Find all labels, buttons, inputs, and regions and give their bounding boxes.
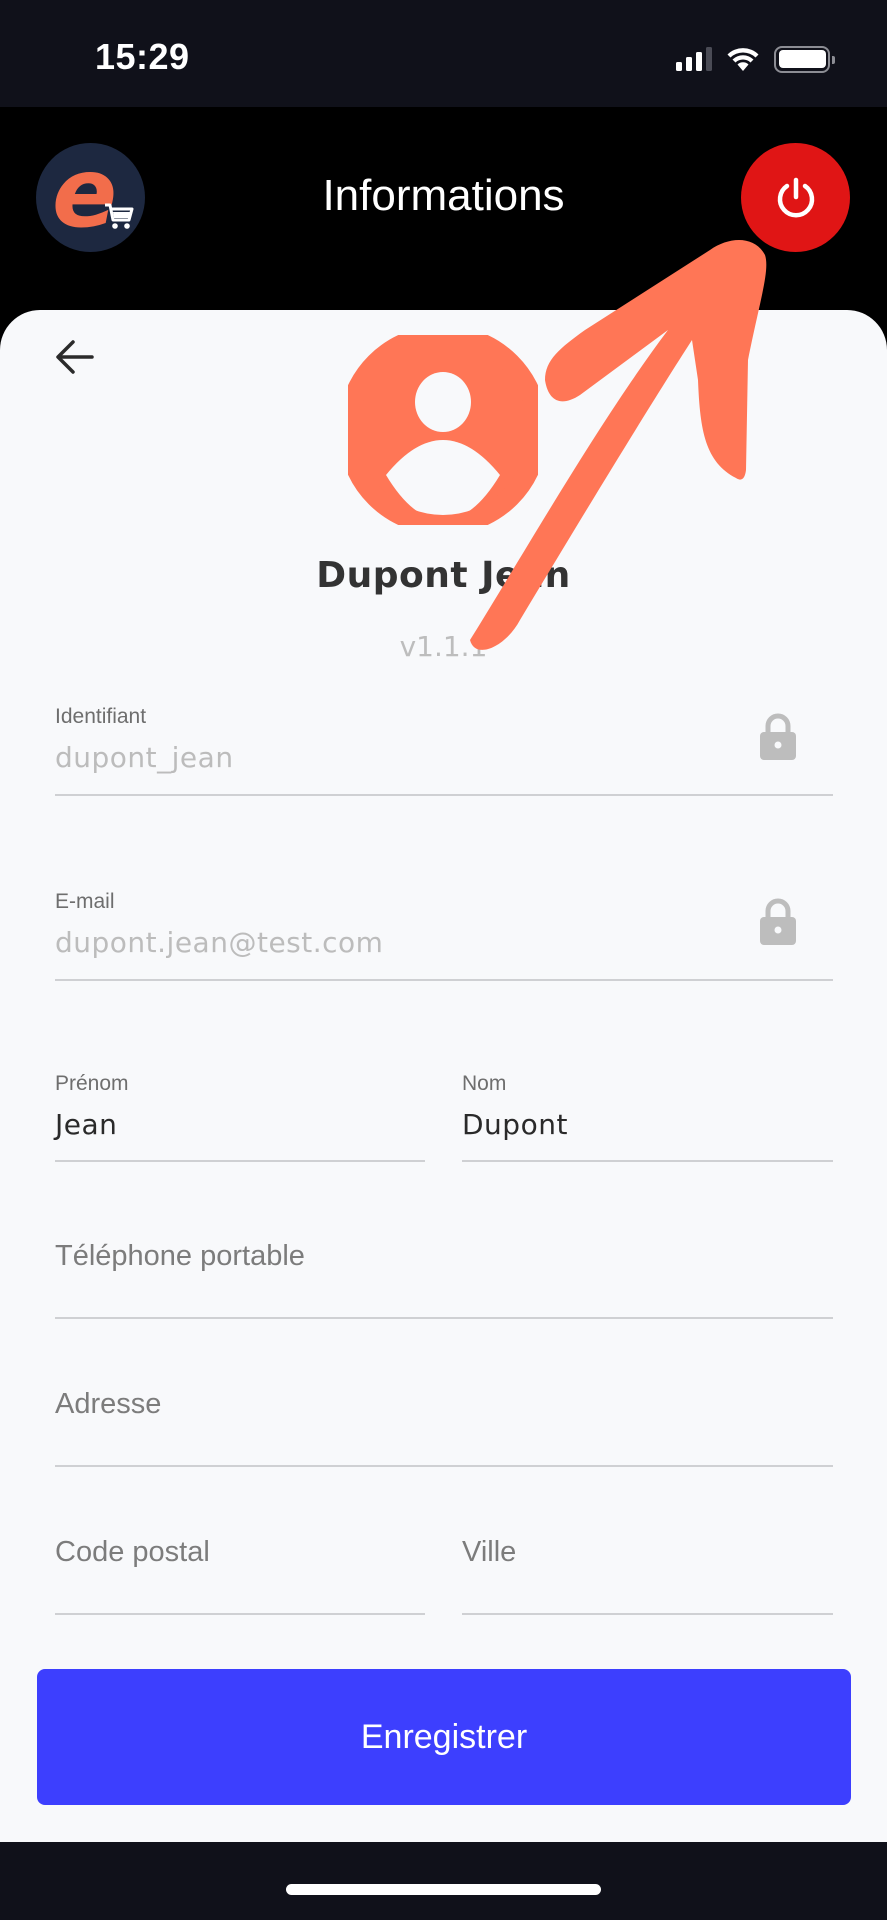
user-name: Dupont Jean [316,555,571,596]
battery-full-icon [774,45,835,73]
nom-label: Nom [462,1072,507,1095]
power-icon [777,177,814,217]
home-indicator[interactable] [286,1884,601,1895]
code-postal-placeholder: Code postal [55,1536,210,1568]
app-bar: e Informations [0,107,887,327]
ville-placeholder: Ville [462,1536,517,1568]
ville-field[interactable]: Ville [462,1526,833,1615]
email-label: E-mail [55,890,115,913]
lock-icon [760,713,796,760]
nom-field[interactable]: Nom Dupont [462,1072,833,1162]
prenom-field[interactable]: Prénom Jean [55,1072,425,1162]
back-button[interactable] [50,332,100,382]
identifiant-field[interactable]: Identifiant dupont_jean [55,705,833,796]
identifiant-input[interactable]: dupont_jean [55,741,234,774]
prenom-input[interactable]: Jean [55,1108,117,1141]
adresse-placeholder: Adresse [55,1388,162,1420]
bottom-bar [0,1842,887,1920]
logout-button[interactable] [741,143,850,252]
code-postal-field[interactable]: Code postal [55,1526,425,1615]
app-version: v1.1.1 [399,630,488,663]
adresse-field[interactable]: Adresse [55,1378,833,1467]
wifi-icon [727,48,759,71]
lock-icon [760,898,796,945]
nom-input[interactable]: Dupont [462,1108,568,1141]
status-icons [676,44,835,74]
status-bar: 15:29 [0,0,887,107]
identifiant-label: Identifiant [55,705,147,728]
email-input[interactable]: dupont.jean@test.com [55,926,383,959]
arrow-left-icon [56,340,94,374]
prenom-label: Prénom [55,1072,129,1095]
save-button[interactable]: Enregistrer [37,1669,851,1805]
telephone-placeholder: Téléphone portable [55,1240,305,1272]
profile-card: Dupont Jean v1.1.1 Identifiant dupont_je… [0,310,887,1842]
cellular-signal-icon [676,47,712,71]
telephone-field[interactable]: Téléphone portable [55,1230,833,1319]
user-circle-icon [348,335,538,525]
status-time: 15:29 [95,36,190,77]
email-field[interactable]: E-mail dupont.jean@test.com [55,890,833,981]
